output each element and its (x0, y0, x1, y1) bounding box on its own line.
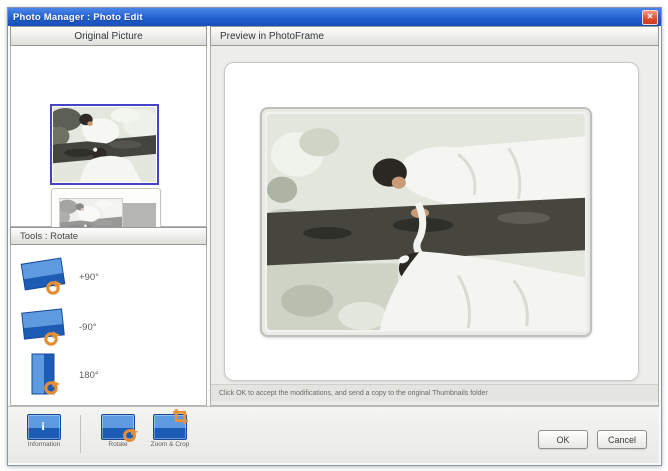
photo-frame-bezel (260, 107, 592, 337)
information-icon: i (27, 414, 61, 440)
preview-header-label: Preview in PhotoFrame (220, 30, 324, 42)
thumbnail-list (10, 46, 207, 262)
rotated-preview-photo[interactable] (267, 114, 585, 330)
window-title: Photo Manager : Photo Edit (13, 11, 143, 23)
thumbnail-original-selected[interactable] (50, 104, 159, 185)
photo-edit-dialog: Photo Manager : Photo Edit ✕ Original Pi… (7, 7, 662, 466)
zoom-crop-tool[interactable]: Zoom & Crop (144, 408, 196, 459)
rotate-tools-panel: +90° -90° 180° (10, 245, 207, 406)
original-picture-header: Original Picture (10, 26, 207, 46)
rotate-tool-icon (101, 414, 138, 443)
photoframe-card (224, 62, 639, 381)
rotate-tool[interactable]: Rotate (92, 411, 144, 459)
information-tool[interactable]: i Information (18, 411, 70, 459)
rotate-plus90-icon (19, 254, 69, 300)
close-icon[interactable]: ✕ (642, 10, 658, 25)
title-bar[interactable]: Photo Manager : Photo Edit ✕ (8, 8, 661, 26)
preview-header: Preview in PhotoFrame (210, 26, 659, 46)
rotate-minus90-icon (19, 304, 69, 350)
wedding-photo-thumbnail (53, 107, 156, 182)
original-picture-header-label: Original Picture (74, 30, 143, 42)
bottom-toolbar: i Information Rotate Zoom & Crop OK Canc… (8, 406, 659, 463)
ok-button[interactable]: OK (538, 430, 588, 449)
rotate-180-label: 180° (79, 369, 99, 381)
tools-rotate-header: Tools : Rotate (10, 227, 207, 245)
tools-rotate-header-label: Tools : Rotate (20, 230, 79, 242)
rotate-180-icon (19, 352, 69, 398)
rotate-minus90-label: -90° (79, 321, 97, 333)
rotate-plus90-label: +90° (79, 271, 99, 283)
screenshot-stage: Photo Manager : Photo Edit ✕ Original Pi… (0, 0, 668, 471)
status-message: Click OK to accept the modifications, an… (211, 384, 658, 401)
rotate-plus90-button[interactable]: +90° (19, 253, 199, 301)
zoom-crop-icon (153, 408, 189, 440)
zoom-crop-label: Zoom & Crop (150, 441, 190, 448)
rotate-minus90-button[interactable]: -90° (19, 303, 199, 351)
information-label: Information (27, 441, 61, 448)
status-message-text: Click OK to accept the modifications, an… (219, 389, 488, 397)
cancel-button[interactable]: Cancel (597, 430, 647, 449)
rotate-180-button[interactable]: 180° (19, 351, 199, 399)
toolbar-divider (80, 415, 81, 453)
